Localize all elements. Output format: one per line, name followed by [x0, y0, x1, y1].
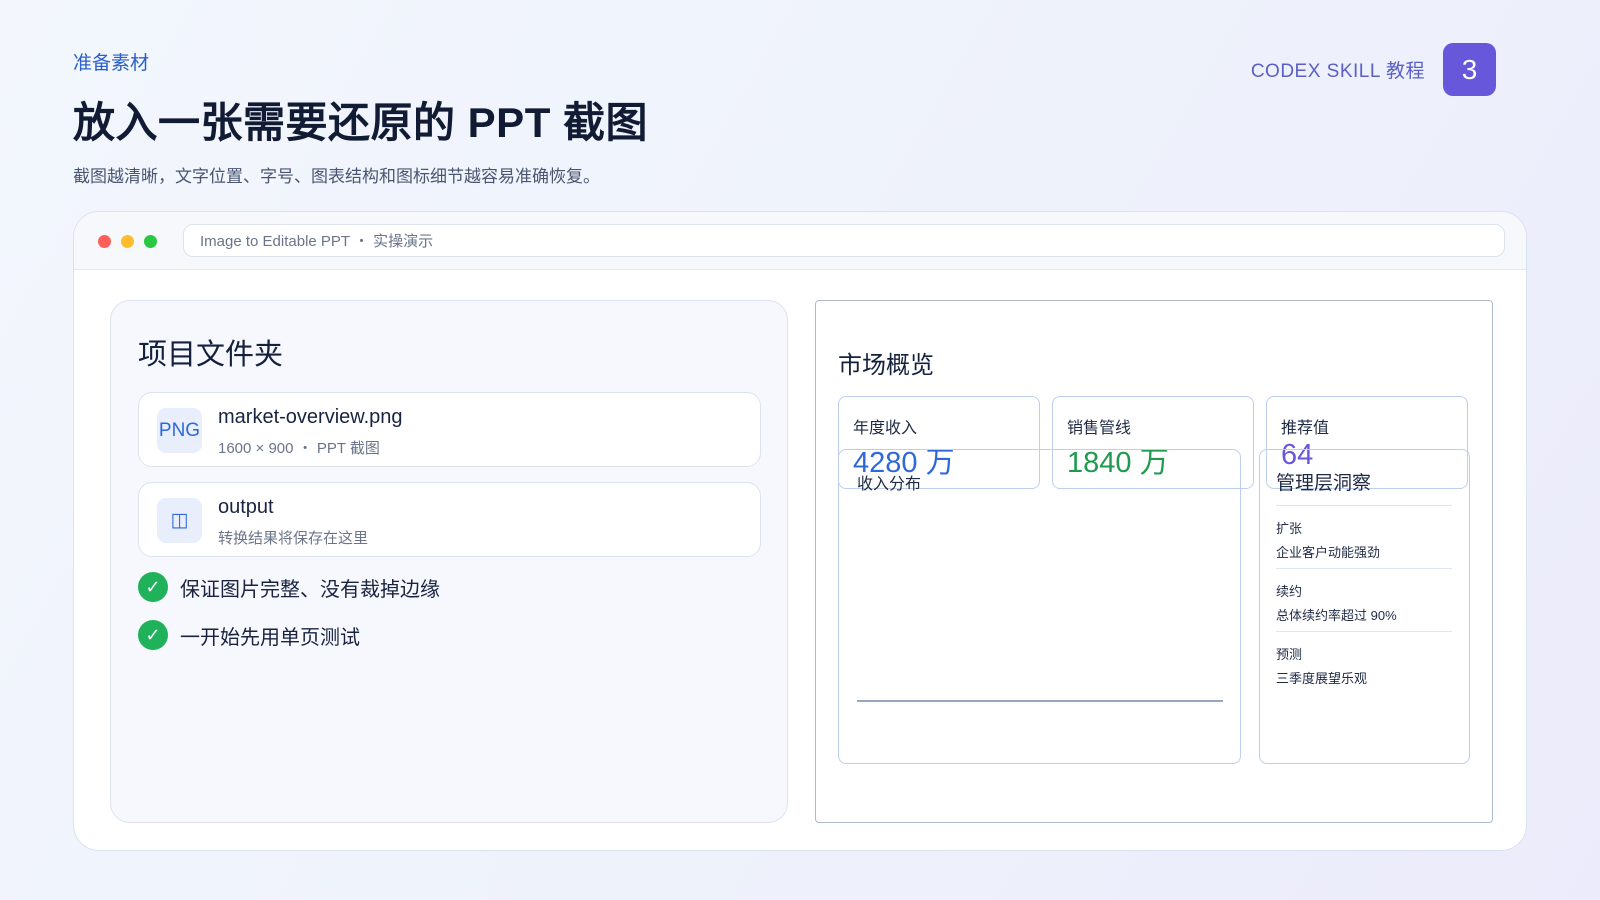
file-name: market-overview.png — [218, 406, 403, 428]
window-titlebar: Image to Editable PPT ・ 实操演示 — [74, 212, 1526, 270]
maximize-window-dot[interactable] — [144, 235, 157, 248]
demo-window: Image to Editable PPT ・ 实操演示 项目文件夹 PNG m… — [73, 211, 1527, 851]
slide-header: 准备素材 放入一张需要还原的 PPT 截图 截图越清晰，文字位置、字号、图表结构… — [73, 48, 648, 187]
insight-item: 扩张 企业客户动能强劲 — [1276, 505, 1452, 561]
address-bar[interactable]: Image to Editable PPT ・ 实操演示 — [183, 224, 1505, 257]
slide-kicker: 准备素材 — [73, 53, 150, 74]
check-circle-icon: ✓ — [138, 620, 168, 650]
file-name: output — [218, 496, 274, 518]
png-file-icon: PNG — [157, 408, 202, 453]
checklist-item: ✓ 保证图片完整、没有裁掉边缘 — [138, 572, 440, 602]
check-circle-icon: ✓ — [138, 572, 168, 602]
insight-desc: 企业客户动能强劲 — [1276, 545, 1381, 560]
checklist-text: 保证图片完整、没有裁掉边缘 — [180, 578, 440, 601]
page-number-badge: 3 — [1443, 43, 1496, 96]
file-item-output-folder[interactable]: ◫ output 转换结果将保存在这里 — [138, 482, 761, 557]
close-window-dot[interactable] — [98, 235, 111, 248]
file-meta: 转换结果将保存在这里 — [218, 530, 369, 547]
project-folder-title: 项目文件夹 — [138, 339, 284, 371]
management-insights-card: 管理层洞察 扩张 企业客户动能强劲 续约 总体续约率超过 90% 预测 三季度展… — [1259, 449, 1470, 764]
insight-label: 续约 — [1276, 584, 1303, 599]
slide-title: 放入一张需要还原的 PPT 截图 — [73, 99, 649, 146]
insight-label: 预测 — [1276, 647, 1303, 662]
kpi-label: 销售管线 — [1067, 420, 1132, 437]
project-folder-panel: 项目文件夹 PNG market-overview.png 1600 × 900… — [110, 300, 788, 823]
insight-desc: 总体续约率超过 90% — [1276, 608, 1397, 623]
address-bar-text: Image to Editable PPT ・ 实操演示 — [200, 233, 434, 250]
insight-item: 预测 三季度展望乐观 — [1276, 631, 1452, 687]
revenue-distribution-chart: 收入分布 — [838, 449, 1241, 764]
insight-item: 续约 总体续约率超过 90% — [1276, 568, 1452, 624]
brand-text: CODEX SKILL 教程 — [1250, 61, 1425, 82]
insight-desc: 三季度展望乐观 — [1276, 671, 1368, 686]
insights-title: 管理层洞察 — [1276, 473, 1372, 494]
brand-area: CODEX SKILL 教程 3 — [1251, 43, 1496, 96]
folder-icon: ◫ — [157, 498, 202, 543]
market-overview-screenshot: 市场概览 年度收入 4280 万 销售管线 1840 万 推荐值 64 收入分布… — [815, 300, 1493, 823]
market-overview-title: 市场概览 — [838, 352, 934, 379]
checklist-item: ✓ 一开始先用单页测试 — [138, 620, 360, 650]
chart-title: 收入分布 — [857, 476, 922, 493]
checklist-text: 一开始先用单页测试 — [180, 626, 360, 649]
slide-subtitle: 截图越清晰，文字位置、字号、图表结构和图标细节越容易准确恢复。 — [73, 167, 600, 186]
chart-baseline — [857, 700, 1223, 702]
file-meta: 1600 × 900 ・ PPT 截图 — [218, 440, 380, 457]
kpi-label: 年度收入 — [853, 420, 918, 437]
insight-label: 扩张 — [1276, 521, 1303, 536]
kpi-label: 推荐值 — [1281, 420, 1330, 437]
file-item-market-overview[interactable]: PNG market-overview.png 1600 × 900 ・ PPT… — [138, 392, 761, 467]
minimize-window-dot[interactable] — [121, 235, 134, 248]
